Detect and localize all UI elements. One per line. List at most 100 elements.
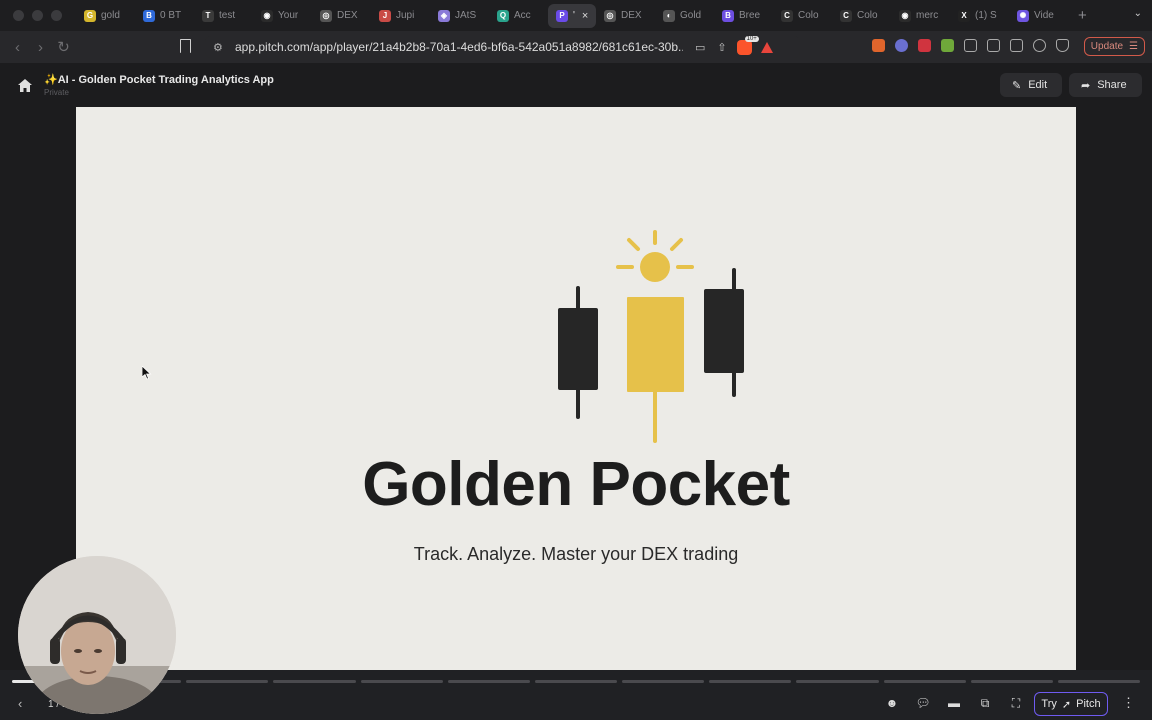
close-window-button[interactable] [13,10,24,21]
slide-canvas[interactable]: Golden Pocket Track. Analyze. Master you… [76,107,1076,670]
progress-segment[interactable] [447,680,530,683]
browser-tab[interactable]: ◐ Gold [655,4,714,28]
update-label: Update [1090,41,1124,52]
previous-slide-button[interactable]: ‹ [18,696,22,711]
reaction-emoji-icon[interactable]: ☻ [884,696,900,710]
presentation-visibility: Private [44,88,69,97]
browser-tab[interactable]: ◎ DEX [596,4,655,28]
zoom-window-button[interactable] [51,10,62,21]
progress-segment[interactable] [796,680,879,683]
browser-tab[interactable]: B Bree [714,4,773,28]
extensions-row [872,39,1069,52]
share-label: Share [1097,79,1127,91]
share-arrow-icon: ➦ [1081,79,1091,92]
browser-tab[interactable]: ◈ JAtS [430,4,489,28]
progress-segment[interactable] [360,680,443,683]
player-controls: ‹ 1 / 1 ☻ 💬︎ ▬ ⧉ ⛶ Try ➚ Pitch ⋮ [0,688,1152,720]
browser-tab[interactable]: ◉ Your [253,4,312,28]
minimize-window-button[interactable] [32,10,43,21]
extension-wallet-icon[interactable] [895,39,908,52]
tab-search-chevron-icon[interactable]: ⌄ [1134,8,1142,19]
extension-fox-icon[interactable] [872,39,885,52]
tab-label: 0 BT [160,10,182,21]
address-bar[interactable]: ⚙ app.pitch.com/app/player/21a4b2b8-70a1… [205,35,800,58]
tab-favicon-icon: ◎ [604,9,616,22]
window-controls [13,10,62,21]
fullscreen-icon[interactable]: ⛶ [1008,696,1024,710]
tab-label: (1) S [975,10,997,21]
tab-label: gold [101,10,120,21]
reload-button[interactable]: ↻ [52,38,75,56]
progress-segment[interactable] [186,680,269,683]
browser-tab[interactable]: P ' × [548,3,596,28]
progress-segment[interactable] [534,680,618,683]
tab-strip: Ggold B 0 BT Ttest ◉ Your ◎ DEX J Jupi ◈ JAtS Q Acc P '… [0,0,1152,31]
tab-favicon-icon: J [379,9,391,22]
tab-favicon-icon: P [556,9,568,22]
tab-favicon-icon: ◉ [261,9,273,22]
slide-title: Golden Pocket [362,450,790,519]
close-tab-icon[interactable]: × [582,10,588,22]
progress-segment[interactable] [709,680,792,683]
tab-favicon-icon: T [202,9,214,22]
bookmark-icon[interactable] [180,39,191,53]
vpn-shield-icon[interactable] [1056,39,1069,52]
pitch-header: ✨AI - Golden Pocket Trading Analytics Ap… [0,63,1152,107]
browser-tab[interactable]: Ggold [76,4,135,28]
share-button[interactable]: ➦ Share [1069,73,1142,97]
tab-label: Gold [680,10,702,21]
tab-favicon-icon: ◐ [663,9,675,22]
extension-red-icon[interactable] [918,39,931,52]
browser-tab[interactable]: C Colo [773,4,832,28]
slide-progress-bar[interactable] [12,680,1141,684]
edit-button[interactable]: ✎ Edit [1000,73,1062,97]
back-button[interactable]: ‹ [6,39,29,56]
webcam-video-bubble[interactable] [18,556,176,714]
brave-shields-icon[interactable]: 10+ [736,35,759,55]
presenter-view-icon[interactable]: ▬ [946,696,962,710]
forward-button[interactable]: › [29,39,52,56]
url-text[interactable]: app.pitch.com/app/player/21a4b2b8-70a1-4… [235,40,683,54]
progress-segment[interactable] [970,680,1053,683]
brave-rewards-icon[interactable] [760,41,773,53]
progress-segment[interactable] [273,680,356,683]
update-button[interactable]: Update ☰ [1083,37,1145,56]
comment-icon[interactable]: 💬︎ [915,696,931,710]
progress-segment[interactable] [883,680,966,683]
tab-favicon-icon: C [781,9,793,22]
new-tab-button[interactable]: + [1078,7,1087,24]
browser-tab[interactable]: ◎ DEX [312,4,371,28]
browser-tab[interactable]: B 0 BT [135,4,194,28]
browser-tab[interactable]: C Colo [832,4,891,28]
browser-tab[interactable]: Q Acc [489,4,548,28]
tab-favicon-icon: B [143,9,155,22]
extensions-puzzle-icon[interactable] [964,39,977,52]
extension-green-icon[interactable] [941,39,954,52]
browser-tab[interactable]: X (1) S [950,4,1009,28]
try-pitch-button[interactable]: Try ➚ Pitch [1034,692,1108,716]
mouse-cursor-icon [142,366,152,380]
browser-tab[interactable]: Ttest [194,4,253,28]
browser-tab[interactable]: ✺ Vide [1009,4,1068,28]
picture-in-picture-icon[interactable]: ⧉ [977,696,993,710]
wallet-icon[interactable] [1010,39,1023,52]
site-settings-icon[interactable]: ⚙ [213,41,227,54]
leo-ai-icon[interactable] [1033,39,1046,52]
home-icon[interactable] [18,79,32,92]
browser-tab[interactable]: ◉ merc [891,4,950,28]
cast-icon[interactable]: ▭ [695,41,705,54]
slide-tagline: Track. Analyze. Master your DEX trading [413,544,739,564]
tab-label: ' [573,10,575,21]
progress-segment[interactable] [622,680,705,683]
tab-favicon-icon: X [958,9,970,22]
presenter-webcam-image [18,556,176,714]
share-page-icon[interactable]: ⇧ [717,41,726,54]
player-tools: ☻ 💬︎ ▬ ⧉ ⛶ [884,696,1024,710]
candlestick-logo-icon [558,230,744,443]
tab-label: Bree [739,10,761,21]
more-options-icon[interactable]: ⋮ [1122,695,1135,711]
progress-segment[interactable] [1057,680,1141,683]
tab-label: JAtS [455,10,477,21]
browser-tab[interactable]: J Jupi [371,4,430,28]
sidebar-icon[interactable] [987,39,1000,52]
